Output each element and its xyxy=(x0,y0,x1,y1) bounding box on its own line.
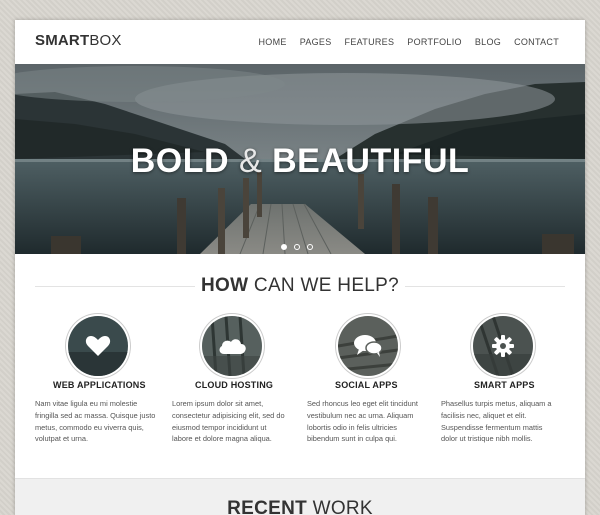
recent-work-title: RECENT WORK xyxy=(15,498,585,515)
service-text-line: bibendum sunt in culpa qui. xyxy=(307,434,397,444)
logo-bold-text: SMART xyxy=(35,32,90,49)
hero-title-bold-2: BEAUTIFUL xyxy=(272,142,470,180)
slider-dot-1[interactable] xyxy=(281,244,287,250)
service-text-line: dolor ut tristique nibh mollis. xyxy=(441,434,533,444)
hero-slider[interactable]: BOLD & BEAUTIFUL xyxy=(15,64,585,254)
help-title-bold: HOW xyxy=(200,275,249,296)
nav-item-portfolio[interactable]: PORTFOLIO xyxy=(407,37,462,47)
service-image-circle[interactable] xyxy=(338,316,398,376)
help-section-title: HOW CAN WE HELP? xyxy=(15,275,585,297)
nav-item-contact[interactable]: CONTACT xyxy=(514,37,559,47)
service-description: Lorem ipsum dolor sit amet, consectetur … xyxy=(172,398,322,445)
service-description: Phasellus turpis metus, aliquam a facili… xyxy=(441,398,585,445)
cloud-icon xyxy=(202,316,262,376)
service-text-line: Suspendisse fermentum mattis xyxy=(441,422,543,432)
logo-light-text: BOX xyxy=(89,32,122,49)
site-logo[interactable]: SMARTBOX xyxy=(35,32,122,49)
service-image-circle[interactable] xyxy=(202,316,262,376)
recent-title-light: WORK xyxy=(312,498,373,515)
site-header: SMARTBOX HOME PAGES FEATURES PORTFOLIO B… xyxy=(15,20,585,64)
service-title: CLOUD HOSTING xyxy=(195,380,274,390)
service-description: Sed rhoncus leo eget elit tincidunt vest… xyxy=(307,398,457,445)
service-description: Nam vitae ligula eu mi molestie fringill… xyxy=(35,398,185,445)
chat-icon xyxy=(338,316,398,376)
service-text-line: facilisis nec, aliquet et elit. xyxy=(441,410,527,420)
hero-title: BOLD & BEAUTIFUL xyxy=(15,142,585,181)
service-title: SOCIAL APPS xyxy=(335,380,398,390)
main-nav: HOME PAGES FEATURES PORTFOLIO BLOG CONTA… xyxy=(245,37,559,47)
slider-pagination xyxy=(281,244,313,250)
service-text-line: volutpat et urna. xyxy=(35,434,89,444)
service-text-line: vestibulum nec ac urna. Aliquam xyxy=(307,410,414,420)
service-text-line: Nam vitae ligula eu mi molestie xyxy=(35,399,138,408)
heart-icon xyxy=(68,316,128,376)
slider-dot-2[interactable] xyxy=(294,244,300,250)
service-text-line: fringilla sed ac massa. Quisque justo xyxy=(35,410,156,420)
hero-title-bold-1: BOLD xyxy=(130,142,230,180)
service-text-line: eiusmod tempor incididunt ut xyxy=(172,422,267,432)
service-text-line: labore et dolore magna aliqua. xyxy=(172,434,272,444)
service-text-line: consectetur adipisicing elit, sed do xyxy=(172,410,285,420)
service-image-circle[interactable] xyxy=(68,316,128,376)
service-text-line: Lorem ipsum dolor sit amet, xyxy=(172,399,264,408)
nav-item-pages[interactable]: PAGES xyxy=(300,37,332,47)
service-image-circle[interactable] xyxy=(473,316,533,376)
service-text-line: lobortis odio in felis ultricies xyxy=(307,422,397,432)
slider-dot-3[interactable] xyxy=(307,244,313,250)
nav-item-features[interactable]: FEATURES xyxy=(345,37,395,47)
nav-item-home[interactable]: HOME xyxy=(258,37,286,47)
help-title-light: CAN WE HELP? xyxy=(253,275,400,296)
gear-icon xyxy=(473,316,533,376)
service-title: SMART APPS xyxy=(474,380,535,390)
nav-item-blog[interactable]: BLOG xyxy=(475,37,501,47)
page-container: SMARTBOX HOME PAGES FEATURES PORTFOLIO B… xyxy=(15,20,585,515)
service-text-line: Phasellus turpis metus, aliquam a xyxy=(441,399,552,408)
recent-title-bold: RECENT xyxy=(227,498,307,515)
service-text-line: metus, commodo eu viverra quis, xyxy=(35,422,144,432)
service-title: WEB APPLICATIONS xyxy=(53,380,146,390)
service-text-line: Sed rhoncus leo eget elit tincidunt xyxy=(307,399,418,408)
hero-title-ampersand: & xyxy=(238,142,263,180)
